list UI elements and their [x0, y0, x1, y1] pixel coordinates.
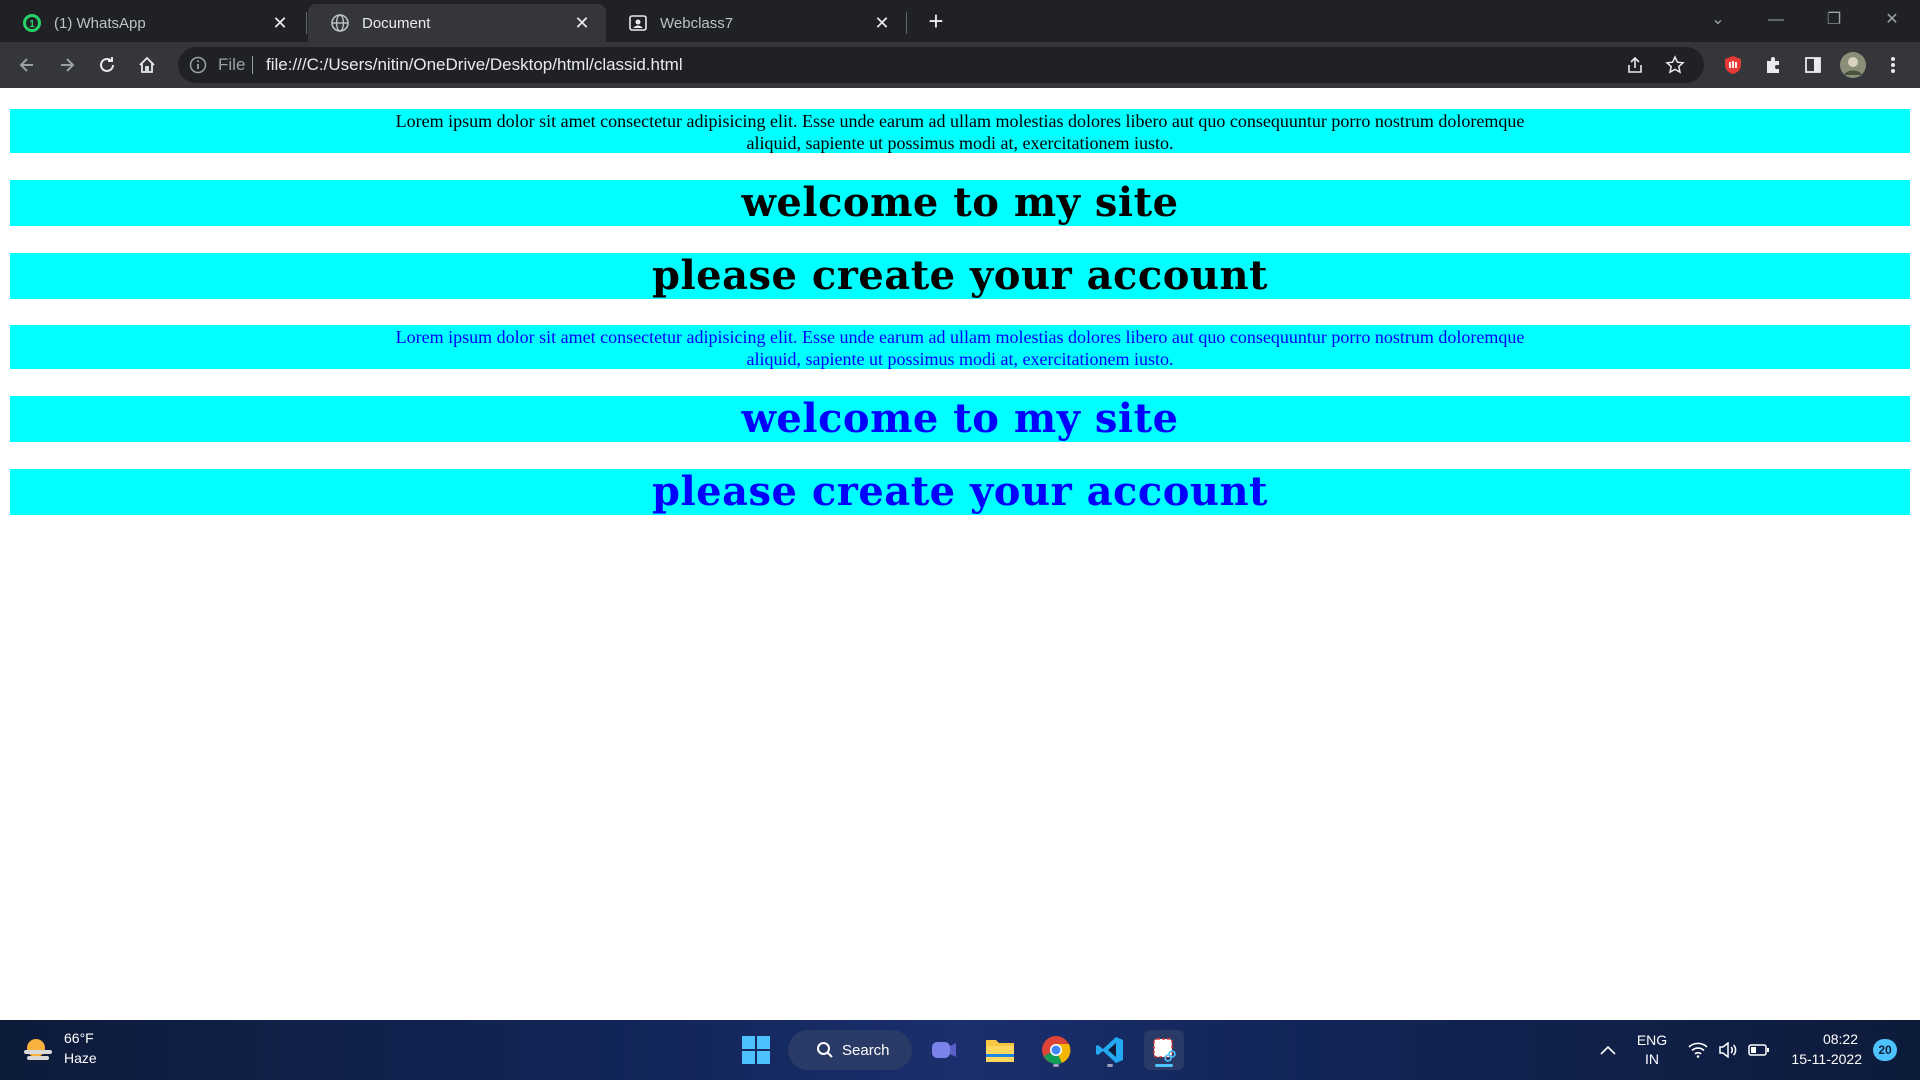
home-button[interactable] — [132, 50, 162, 80]
weather-haze-icon[interactable] — [22, 1034, 54, 1066]
tab-webclass7[interactable]: Webclass7 ✕ — [606, 4, 906, 42]
bookmark-star-icon[interactable] — [1660, 50, 1690, 80]
forward-arrow-icon — [61, 58, 75, 72]
close-tab-icon[interactable]: ✕ — [270, 13, 290, 33]
welcome-heading-blue: welcome to my site — [741, 395, 1179, 442]
wifi-icon[interactable] — [1686, 1030, 1710, 1070]
search-icon — [817, 1042, 833, 1058]
tab-title: Document — [362, 14, 431, 32]
tab-title: (1) WhatsApp — [54, 14, 146, 32]
active-indicator — [1155, 1064, 1173, 1067]
side-panel-icon[interactable] — [1798, 50, 1828, 80]
reload-icon — [100, 57, 114, 72]
weather-condition[interactable]: Haze — [64, 1050, 97, 1066]
welcome-heading: welcome to my site — [741, 179, 1179, 226]
home-icon — [139, 56, 155, 73]
weather-temperature[interactable]: 66°F — [64, 1030, 94, 1046]
class-heading-block: please create your account — [10, 253, 1910, 299]
id-paragraph-block: Lorem ipsum dolor sit amet consectetur a… — [10, 325, 1910, 369]
tab-search-icon[interactable]: ⌄ — [1698, 6, 1738, 34]
windows-taskbar: 66°F Haze Search ENG IN 08:22 15-11-2022… — [0, 1020, 1920, 1080]
tab-divider — [306, 12, 307, 34]
extensions-puzzle-icon[interactable] — [1758, 50, 1788, 80]
browser-toolbar: File file:///C:/Users/nitin/OneDrive/Des… — [0, 42, 1920, 88]
address-bar[interactable]: File file:///C:/Users/nitin/OneDrive/Des… — [178, 47, 1704, 83]
globe-icon — [330, 13, 350, 33]
start-windows-icon[interactable] — [736, 1030, 776, 1070]
restore-button[interactable]: ❐ — [1814, 6, 1854, 34]
url-text[interactable]: file:///C:/Users/nitin/OneDrive/Desktop/… — [266, 55, 683, 75]
chrome-icon[interactable] — [1036, 1030, 1076, 1070]
running-indicator — [1053, 1064, 1059, 1067]
create-account-heading: please create your account — [651, 252, 1269, 299]
reload-button[interactable] — [92, 50, 122, 80]
forward-button[interactable] — [52, 50, 82, 80]
scheme-label: File — [218, 55, 246, 74]
page-viewport: Lorem ipsum dolor sit amet consectetur a… — [0, 88, 1920, 1020]
lorem-paragraph: Lorem ipsum dolor sit amet consectetur a… — [395, 111, 1525, 153]
teams-chat-icon[interactable] — [924, 1030, 964, 1070]
contact-card-icon — [628, 13, 648, 33]
notification-count-badge[interactable]: 20 — [1873, 1039, 1897, 1061]
class-paragraph-block: Lorem ipsum dolor sit amet consectetur a… — [10, 109, 1910, 153]
taskbar-search-button[interactable]: Search — [788, 1030, 912, 1070]
file-explorer-icon[interactable] — [980, 1030, 1020, 1070]
id-heading-block: welcome to my site — [10, 396, 1910, 442]
new-tab-button[interactable]: + — [922, 8, 950, 36]
chevron-up-icon[interactable] — [1590, 1030, 1626, 1070]
tab-whatsapp[interactable]: 1 (1) WhatsApp ✕ — [0, 4, 304, 42]
back-button[interactable] — [12, 50, 42, 80]
search-label: Search — [842, 1041, 890, 1059]
svg-text:1: 1 — [29, 19, 35, 30]
vscode-icon[interactable] — [1090, 1030, 1130, 1070]
class-heading-block: welcome to my site — [10, 180, 1910, 226]
language-label[interactable]: ENG — [1636, 1032, 1668, 1048]
address-divider — [252, 56, 253, 74]
clock-date[interactable]: 15-11-2022 — [1784, 1051, 1862, 1067]
close-window-button[interactable]: ✕ — [1872, 6, 1912, 34]
share-icon[interactable] — [1620, 50, 1650, 80]
close-tab-icon[interactable]: ✕ — [872, 13, 892, 33]
tab-document[interactable]: Document ✕ — [308, 4, 606, 42]
profile-avatar[interactable] — [1838, 50, 1868, 80]
running-indicator — [1107, 1064, 1113, 1067]
minimize-button[interactable]: — — [1756, 6, 1796, 34]
id-heading-block: please create your account — [10, 469, 1910, 515]
close-tab-icon[interactable]: ✕ — [572, 13, 592, 33]
tab-title: Webclass7 — [660, 14, 734, 32]
snipping-tool-icon[interactable] — [1144, 1030, 1184, 1070]
create-account-heading-blue: please create your account — [651, 468, 1269, 515]
info-icon[interactable] — [188, 55, 208, 75]
menu-kebab-icon[interactable] — [1878, 50, 1908, 80]
whatsapp-icon: 1 — [22, 13, 42, 33]
back-arrow-icon — [19, 58, 33, 72]
region-label[interactable]: IN — [1636, 1051, 1668, 1067]
battery-icon[interactable] — [1746, 1030, 1772, 1070]
tab-divider — [906, 12, 907, 34]
volume-icon[interactable] — [1716, 1030, 1740, 1070]
lorem-paragraph-blue: Lorem ipsum dolor sit amet consectetur a… — [395, 327, 1525, 369]
extension-block-icon[interactable] — [1718, 50, 1748, 80]
clock-time[interactable]: 08:22 — [1784, 1031, 1858, 1047]
tab-strip: 1 (1) WhatsApp ✕ Document ✕ Webclass7 ✕ … — [0, 0, 1920, 42]
